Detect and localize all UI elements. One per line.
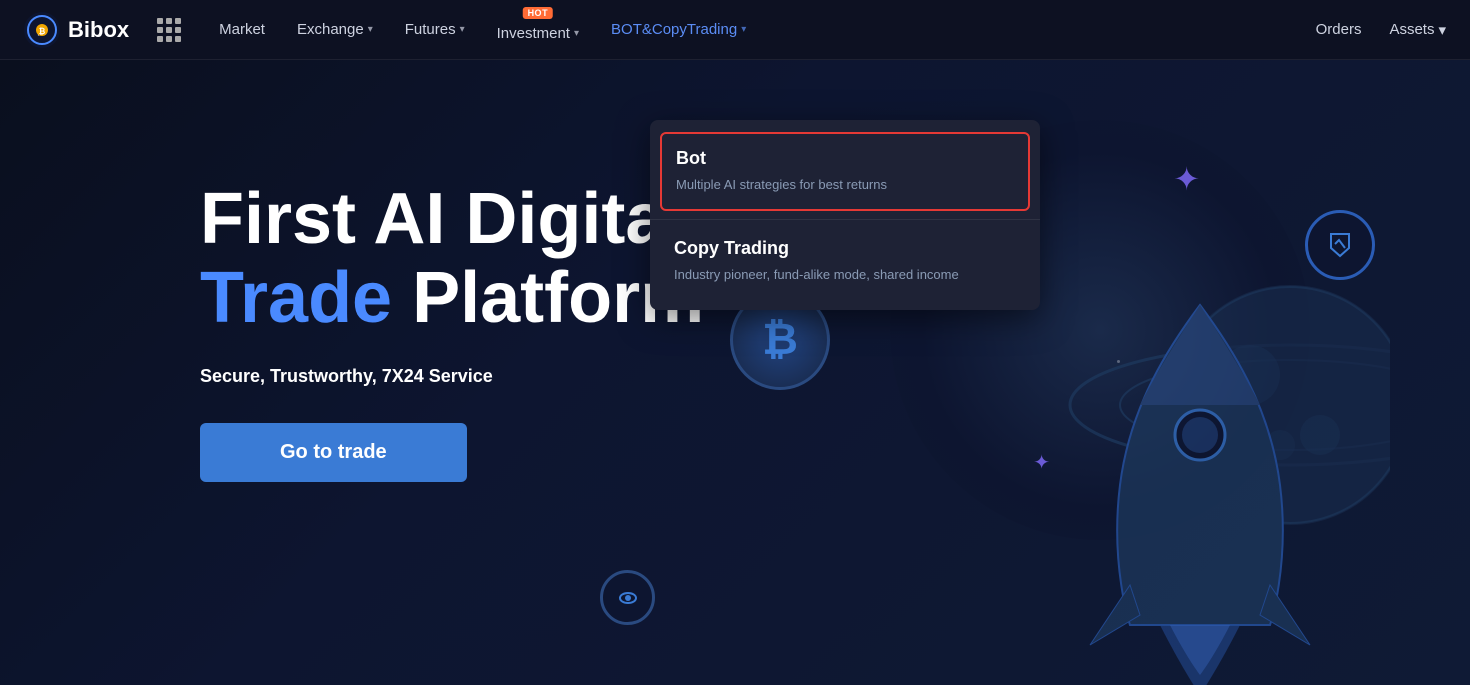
nav-item-assets[interactable]: Assets ▾ — [1389, 21, 1446, 39]
chevron-down-icon: ▾ — [1438, 21, 1446, 39]
nav-right: Orders Assets ▾ — [1316, 21, 1446, 39]
nav-items: Market Exchange ▾ Futures ▾ HOT Investme… — [205, 9, 1315, 50]
nav-item-orders[interactable]: Orders — [1316, 21, 1362, 38]
chevron-down-icon: ▾ — [368, 24, 373, 35]
nav-item-investment[interactable]: HOT Investment ▾ — [483, 9, 593, 50]
hero-content: First AI Digita Trade Platform Secure, T… — [200, 180, 704, 482]
dropdown-item-bot[interactable]: Bot Multiple AI strategies for best retu… — [660, 132, 1030, 211]
dropdown-item-desc-bot: Multiple AI strategies for best returns — [676, 175, 1014, 195]
rocket-illustration — [1010, 205, 1390, 685]
hero-subtitle: Secure, Trustworthy, 7X24 Service — [200, 366, 704, 387]
nav-item-bot-copy[interactable]: BOT&CopyTrading ▾ — [597, 13, 760, 46]
hero-title: First AI Digita Trade Platform — [200, 180, 704, 338]
dropdown-item-copy-trading[interactable]: Copy Trading Industry pioneer, fund-alik… — [660, 224, 1030, 299]
star-icon-1: ✦ — [1173, 160, 1200, 198]
hero-title-blue: Trade — [200, 258, 392, 338]
dropdown-item-title-bot: Bot — [676, 148, 1014, 169]
dropdown-menu: Bot Multiple AI strategies for best retu… — [650, 120, 1040, 310]
dropdown-divider — [650, 219, 1040, 220]
logo[interactable]: B ₿ Bibox — [24, 12, 129, 48]
nav-item-market[interactable]: Market — [205, 13, 279, 46]
chevron-down-icon: ▾ — [460, 24, 465, 35]
chevron-down-icon: ▾ — [574, 28, 579, 39]
hot-badge: HOT — [523, 7, 554, 19]
dropdown-item-desc-copy: Industry pioneer, fund-alike mode, share… — [674, 265, 1016, 285]
svg-text:₿: ₿ — [39, 26, 46, 35]
chevron-down-icon: ▾ — [741, 24, 746, 35]
bg-star-dot — [1117, 360, 1120, 363]
dropdown-item-title-copy: Copy Trading — [674, 238, 1016, 259]
cta-button[interactable]: Go to trade — [200, 423, 467, 482]
logo-text: Bibox — [68, 17, 129, 43]
eye-icon — [600, 570, 655, 625]
grid-icon[interactable] — [157, 18, 181, 42]
navbar: B ₿ Bibox Market Exchange ▾ Futures ▾ HO… — [0, 0, 1470, 60]
nav-item-exchange[interactable]: Exchange ▾ — [283, 13, 387, 46]
nav-item-futures[interactable]: Futures ▾ — [391, 13, 479, 46]
hero-section: ✦ ✦ ₿ — [0, 60, 1470, 685]
